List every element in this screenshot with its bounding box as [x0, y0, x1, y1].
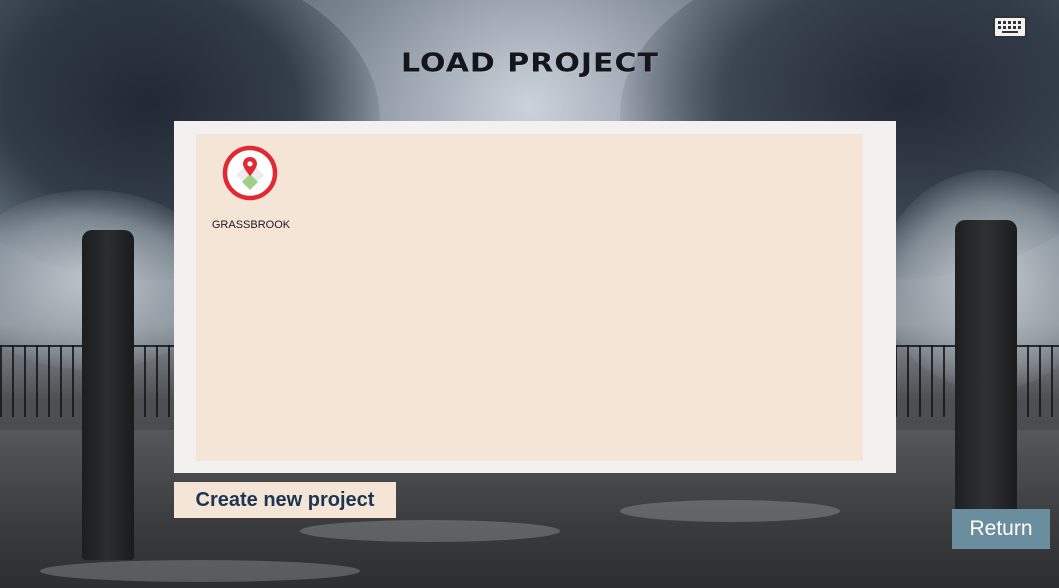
tree-trunk-right: [955, 220, 1017, 520]
project-name: GRASSBROOK: [211, 219, 291, 231]
tree-trunk-left: [82, 230, 134, 560]
page-title: LOAD PROJECT: [400, 48, 660, 79]
return-button[interactable]: Return: [952, 509, 1050, 549]
keyboard-icon[interactable]: [993, 16, 1027, 38]
sunlight-patch: [300, 520, 560, 542]
sunlight-patch: [40, 560, 360, 582]
create-new-project-button[interactable]: Create new project: [174, 482, 396, 518]
sunlight-patch: [620, 500, 840, 522]
map-pin-icon: [222, 145, 278, 201]
project-item-grassbrook[interactable]: GRASSBROOK: [207, 145, 295, 240]
project-list: [196, 134, 863, 461]
